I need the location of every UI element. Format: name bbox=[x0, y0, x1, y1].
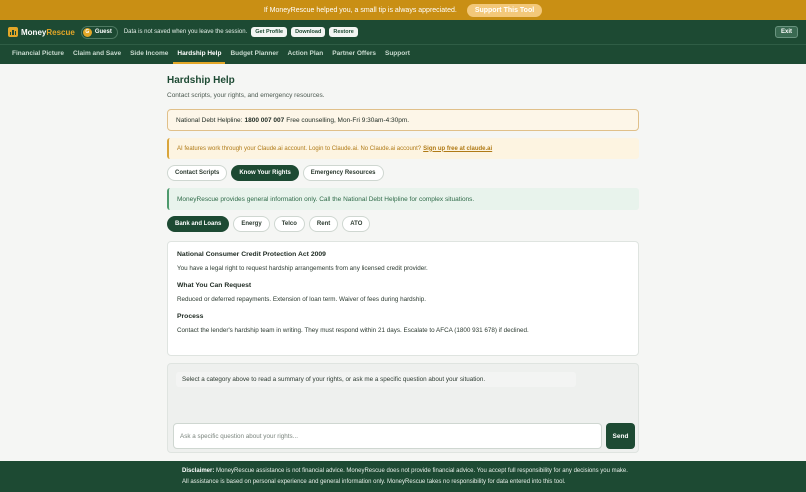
tip-text: If MoneyRescue helped you, a small tip i… bbox=[263, 6, 457, 14]
helpline-hours: Free counselling, Mon-Fri 9:30am-4:30pm. bbox=[286, 116, 410, 124]
nav-hardship-help[interactable]: Hardship Help bbox=[173, 45, 226, 64]
nav-budget-planner[interactable]: Budget Planner bbox=[226, 45, 282, 64]
process-title: Process bbox=[177, 313, 204, 320]
nav-support[interactable]: Support bbox=[381, 45, 414, 64]
main-nav: Financial Picture Claim and Save Side In… bbox=[0, 44, 806, 64]
guest-profile[interactable]: G Guest bbox=[80, 25, 118, 39]
assistant-message: Select a category above to read a summar… bbox=[176, 372, 576, 387]
ai-note-text: AI features work through your Claude.ai … bbox=[177, 145, 422, 152]
category-pills: Bank and Loans Energy Telco Rent ATO bbox=[167, 216, 371, 232]
tip-banner: If MoneyRescue helped you, a small tip i… bbox=[0, 0, 806, 20]
nav-claim-and-save[interactable]: Claim and Save bbox=[69, 45, 125, 64]
get-profile-button[interactable]: Get Profile bbox=[251, 27, 288, 37]
signup-claude-link[interactable]: Sign up free at claude.ai bbox=[423, 146, 492, 152]
support-tool-button[interactable]: Support This Tool bbox=[466, 3, 543, 17]
nav-partner-offers[interactable]: Partner Offers bbox=[328, 45, 380, 64]
process-text: Contact the lender's hardship team in wr… bbox=[177, 327, 529, 334]
exit-button[interactable]: Exit bbox=[774, 26, 798, 38]
category-ato[interactable]: ATO bbox=[342, 216, 371, 232]
nav-side-income[interactable]: Side Income bbox=[126, 45, 172, 64]
rights-card: National Consumer Credit Protection Act … bbox=[167, 241, 639, 356]
question-input[interactable] bbox=[173, 423, 602, 449]
category-rent[interactable]: Rent bbox=[308, 216, 339, 232]
nav-financial-picture[interactable]: Financial Picture bbox=[8, 45, 68, 64]
session-note: Data is not saved when you leave the ses… bbox=[123, 29, 248, 35]
info-note: MoneyRescue provides general information… bbox=[167, 188, 639, 210]
rights-chat: Select a category above to read a summar… bbox=[167, 363, 639, 453]
logo[interactable]: MoneyRescue bbox=[8, 27, 75, 37]
act-title: National Consumer Credit Protection Act … bbox=[177, 251, 326, 258]
category-bank-and-loans[interactable]: Bank and Loans bbox=[167, 216, 230, 232]
logo-text: MoneyRescue bbox=[21, 27, 75, 37]
send-button[interactable]: Send bbox=[606, 423, 635, 449]
tab-know-your-rights[interactable]: Know Your Rights bbox=[231, 165, 299, 181]
disclaimer-label: Disclaimer: bbox=[182, 467, 215, 474]
nav-action-plan[interactable]: Action Plan bbox=[284, 45, 328, 64]
hardship-tabs: Contact Scripts Know Your Rights Emergen… bbox=[167, 165, 384, 181]
request-title: What You Can Request bbox=[177, 282, 252, 289]
category-telco[interactable]: Telco bbox=[273, 216, 305, 232]
tab-contact-scripts[interactable]: Contact Scripts bbox=[167, 165, 228, 181]
disclaimer-footer: Disclaimer: MoneyRescue assistance is no… bbox=[0, 461, 806, 492]
ai-features-note: AI features work through your Claude.ai … bbox=[167, 138, 639, 159]
request-text: Reduced or deferred repayments. Extensio… bbox=[177, 296, 426, 303]
helpline-label: National Debt Helpline: bbox=[176, 116, 243, 124]
page-title: Hardship Help bbox=[167, 75, 235, 86]
category-energy[interactable]: Energy bbox=[233, 216, 270, 232]
guest-label: Guest bbox=[94, 29, 112, 35]
logo-chart-icon bbox=[8, 27, 18, 37]
act-text: You have a legal right to request hardsh… bbox=[177, 265, 428, 272]
helpline-banner: National Debt Helpline: 1800 007 007 Fre… bbox=[167, 109, 639, 131]
avatar: G bbox=[82, 27, 92, 37]
download-button[interactable]: Download bbox=[291, 27, 326, 37]
page-subtitle: Contact scripts, your rights, and emerge… bbox=[167, 92, 325, 99]
tab-emergency-resources[interactable]: Emergency Resources bbox=[302, 165, 384, 181]
helpline-number[interactable]: 1800 007 007 bbox=[244, 117, 284, 124]
app-header: MoneyRescue G Guest Data is not saved wh… bbox=[0, 20, 806, 44]
restore-button[interactable]: Restore bbox=[329, 27, 358, 37]
disclaimer-text: Disclaimer: MoneyRescue assistance is no… bbox=[182, 467, 628, 485]
